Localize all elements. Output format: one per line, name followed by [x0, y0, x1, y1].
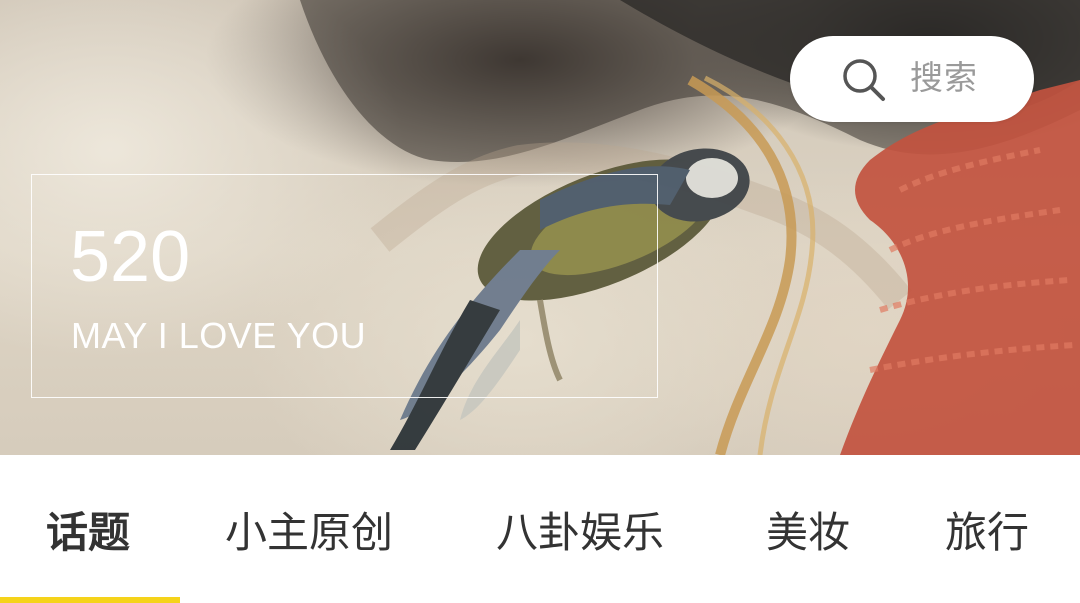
- banner-image[interactable]: 搜索 520 MAY I LOVE YOU: [0, 0, 1080, 455]
- tab-beauty[interactable]: 美妆: [766, 505, 850, 565]
- banner-subtitle: MAY I LOVE YOU: [71, 315, 367, 356]
- tab-gossip-entertainment[interactable]: 八卦娱乐: [496, 505, 664, 565]
- search-icon: [843, 59, 885, 101]
- tab-travel[interactable]: 旅行: [945, 505, 1029, 565]
- app-screen: 搜索 520 MAY I LOVE YOU 话题 小主原创 八卦娱乐 美妆 旅行: [0, 0, 1080, 603]
- tab-original[interactable]: 小主原创: [225, 505, 393, 565]
- search-placeholder: 搜索: [910, 58, 978, 97]
- banner-title: 520: [70, 217, 191, 297]
- banner-caption: 520 MAY I LOVE YOU: [31, 174, 658, 398]
- search-bar[interactable]: 搜索: [790, 36, 1034, 122]
- category-tabs: 话题 小主原创 八卦娱乐 美妆 旅行: [0, 455, 1080, 603]
- active-tab-indicator: [0, 597, 180, 603]
- tab-topics[interactable]: 话题: [46, 505, 130, 565]
